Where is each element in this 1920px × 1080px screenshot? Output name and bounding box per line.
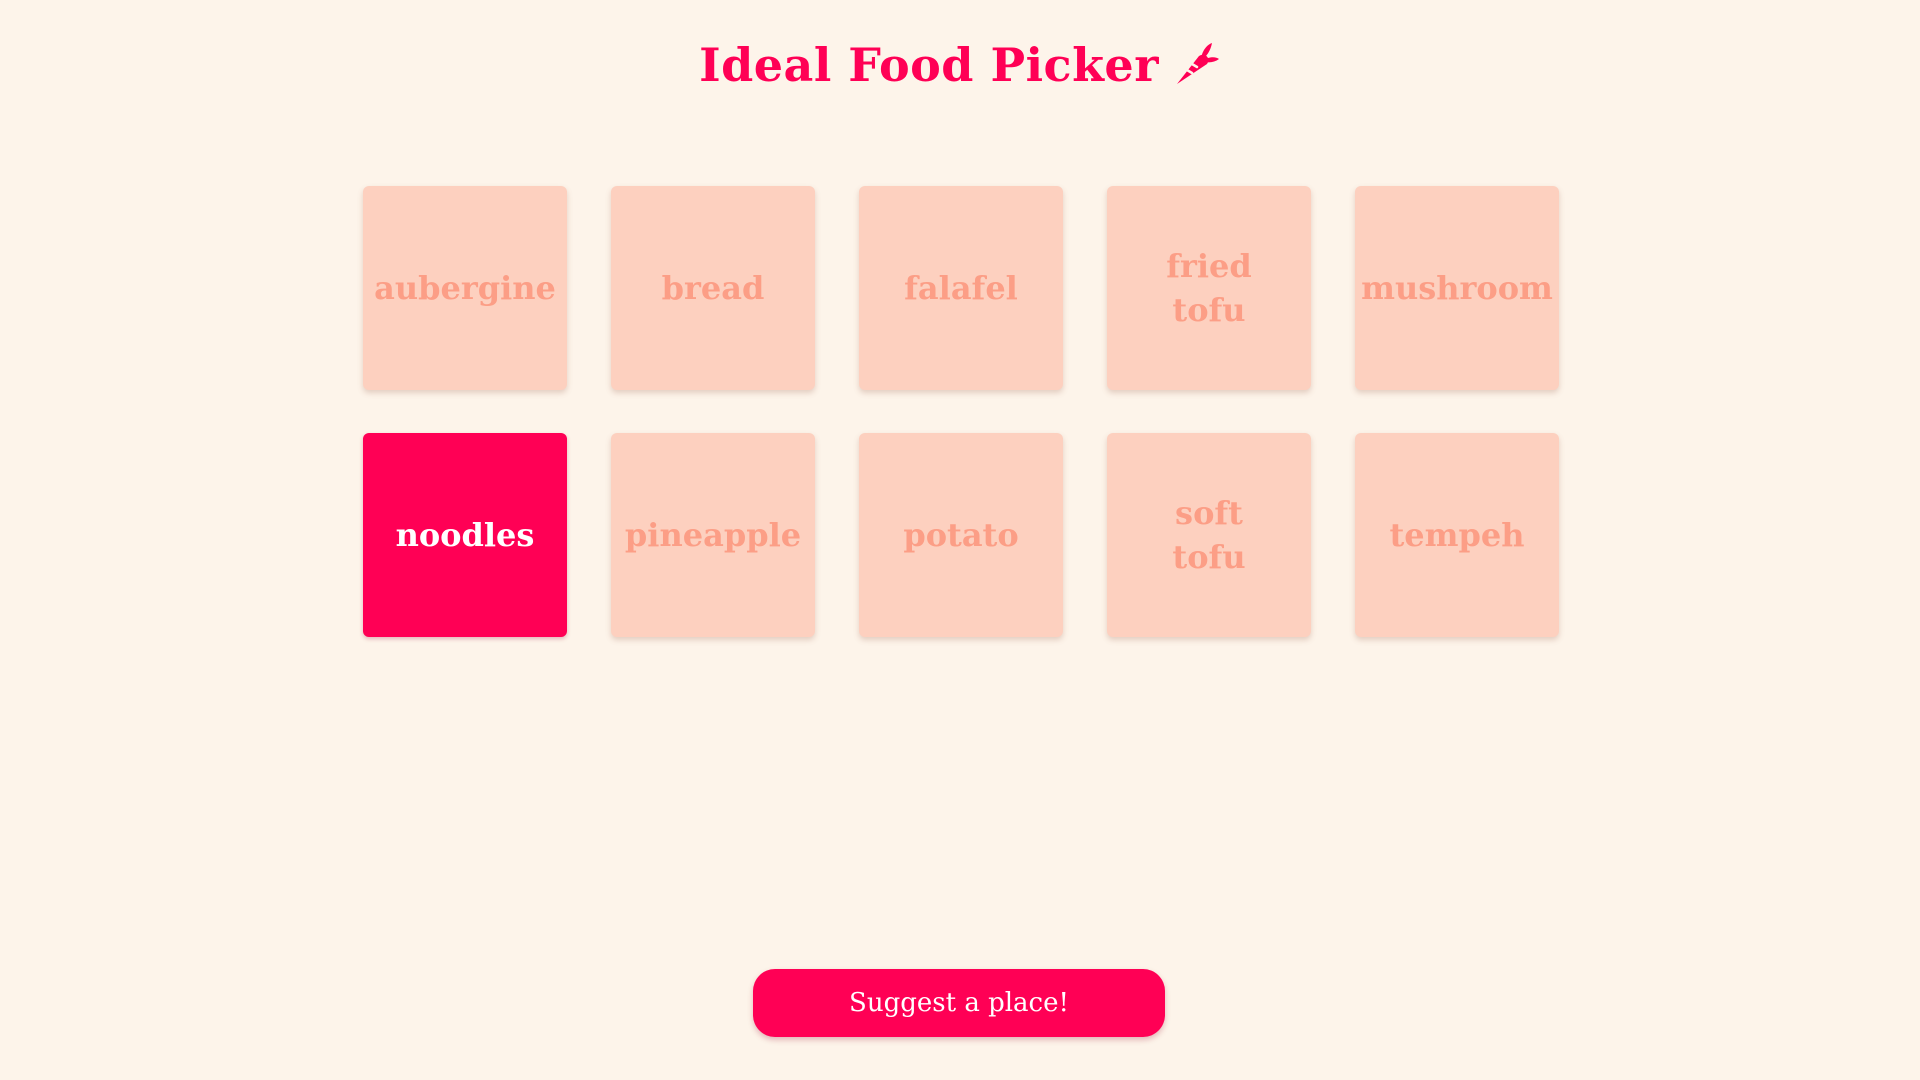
food-card-label: bread xyxy=(661,269,765,307)
food-card-noodles[interactable]: noodles xyxy=(363,433,567,637)
food-card-aubergine[interactable]: aubergine xyxy=(363,186,567,390)
page-header: Ideal Food Picker xyxy=(0,38,1920,92)
food-card-soft-tofu[interactable]: soft tofu xyxy=(1107,433,1311,637)
food-card-label: mushroom xyxy=(1361,269,1553,307)
food-card-label: aubergine xyxy=(374,269,556,307)
food-card-bread[interactable]: bread xyxy=(611,186,815,390)
page-title: Ideal Food Picker xyxy=(699,38,1159,92)
food-card-label: soft tofu xyxy=(1172,494,1246,576)
food-card-label: falafel xyxy=(904,269,1018,307)
food-card-mushroom[interactable]: mushroom xyxy=(1355,186,1559,390)
food-card-label: noodles xyxy=(395,516,535,554)
carrot-icon xyxy=(1171,40,1221,90)
food-card-fried-tofu[interactable]: fried tofu xyxy=(1107,186,1311,390)
food-card-label: pineapple xyxy=(624,516,802,554)
food-grid: aubergine bread falafel fried tofu mushr… xyxy=(363,186,1559,637)
food-card-label: fried tofu xyxy=(1166,247,1252,329)
food-card-falafel[interactable]: falafel xyxy=(859,186,1063,390)
food-card-potato[interactable]: potato xyxy=(859,433,1063,637)
suggest-place-button[interactable]: Suggest a place! xyxy=(753,969,1165,1037)
food-card-label: potato xyxy=(903,516,1019,554)
food-card-pineapple[interactable]: pineapple xyxy=(611,433,815,637)
food-card-tempeh[interactable]: tempeh xyxy=(1355,433,1559,637)
food-card-label: tempeh xyxy=(1389,516,1525,554)
